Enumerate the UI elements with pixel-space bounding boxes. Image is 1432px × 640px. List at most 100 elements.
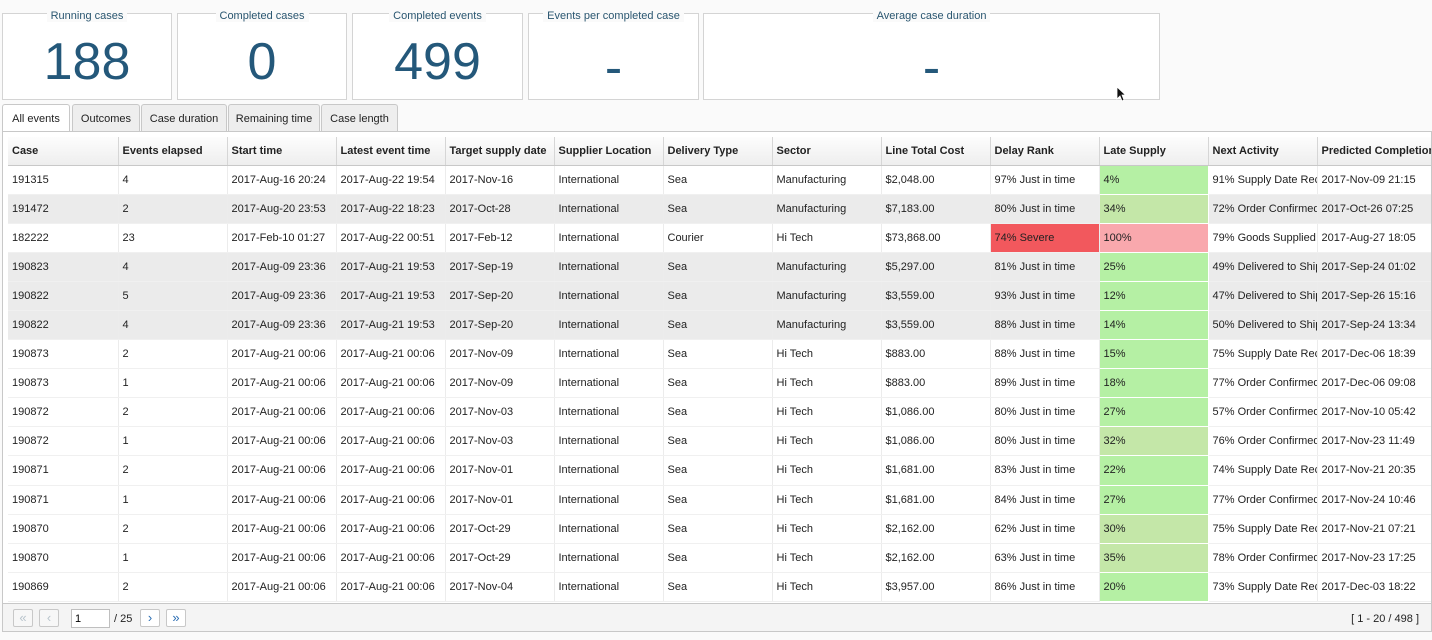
table-cell: 5 xyxy=(118,281,228,311)
table-cell: 77% Order Confirmed xyxy=(1208,368,1318,399)
table-cell: 2017-Aug-21 00:06 xyxy=(336,339,446,370)
tab-case-length[interactable]: Case length xyxy=(321,104,398,132)
next-page-icon[interactable]: › xyxy=(140,609,160,627)
table-cell: 75% Supply Date Rec xyxy=(1208,514,1318,544)
column-header[interactable]: Start time xyxy=(227,137,337,166)
table-row[interactable]: 190870 1 2017-Aug-21 00:06 2017-Aug-21 00:0… xyxy=(8,543,1431,573)
table-cell: 88% Just in time xyxy=(990,339,1100,370)
table-cell: 191315 xyxy=(8,165,119,195)
table-row[interactable]: 190871 1 2017-Aug-21 00:06 2017-Aug-21 00:0… xyxy=(8,485,1431,515)
table-cell: $3,559.00 xyxy=(881,310,991,341)
table-row[interactable]: 191315 4 2017-Aug-16 20:24 2017-Aug-22 19:5… xyxy=(8,165,1431,195)
table-cell: 4 xyxy=(118,252,228,282)
table-cell: International xyxy=(554,543,664,573)
table-cell: 32% xyxy=(1099,426,1209,457)
table-cell: Hi Tech xyxy=(772,223,882,253)
table-cell: 2017-Dec-03 18:22 xyxy=(1317,572,1431,602)
kpi-value: 0 xyxy=(247,33,277,91)
table-cell: 2017-Nov-01 xyxy=(445,455,555,486)
table-cell: 72% Order Confirmed xyxy=(1208,194,1318,224)
table-cell: $3,957.00 xyxy=(881,572,991,602)
first-page-icon[interactable]: « xyxy=(13,609,33,627)
column-header[interactable]: Delivery Type xyxy=(663,137,773,166)
table-row[interactable]: 190873 1 2017-Aug-21 00:06 2017-Aug-21 00:0… xyxy=(8,368,1431,399)
table-cell: $1,681.00 xyxy=(881,455,991,486)
column-header[interactable]: Sector xyxy=(772,137,882,166)
table-row[interactable]: 190822 4 2017-Aug-09 23:36 2017-Aug-21 19:5… xyxy=(8,310,1431,341)
table-cell: 73% Supply Date Rec xyxy=(1208,572,1318,602)
kpi-events-per-case: Events per completed case - xyxy=(528,10,699,100)
table-cell: 2017-Nov-04 xyxy=(445,572,555,602)
table-cell: 2017-Aug-09 23:36 xyxy=(227,252,337,282)
table-cell: 2017-Aug-20 23:53 xyxy=(227,194,337,224)
table-cell: 2017-Nov-09 21:15 xyxy=(1317,165,1431,195)
table-cell: Sea xyxy=(663,485,773,515)
kpi-value: 188 xyxy=(43,33,131,91)
table-cell: 190869 xyxy=(8,572,119,602)
table-cell: 2017-Sep-26 15:16 xyxy=(1317,281,1431,311)
page-number-input[interactable] xyxy=(71,609,110,628)
column-header[interactable]: Predicted Completion xyxy=(1317,137,1431,166)
table-cell: Manufacturing xyxy=(772,281,882,311)
table-row[interactable]: 190822 5 2017-Aug-09 23:36 2017-Aug-21 19:5… xyxy=(8,281,1431,311)
tab-case-duration[interactable]: Case duration xyxy=(141,104,227,132)
table-row[interactable]: 182222 23 2017-Feb-10 01:27 2017-Aug-22 00:… xyxy=(8,223,1431,253)
kpi-title: Completed cases xyxy=(215,10,309,22)
tab-all-events[interactable]: All events xyxy=(2,104,70,132)
table-row[interactable]: 191472 2 2017-Aug-20 23:53 2017-Aug-22 18:2… xyxy=(8,194,1431,224)
table-cell: 2017-Sep-20 xyxy=(445,310,555,341)
table-cell: $3,559.00 xyxy=(881,281,991,311)
table-row[interactable]: 190872 1 2017-Aug-21 00:06 2017-Aug-21 00:0… xyxy=(8,426,1431,457)
table-cell: International xyxy=(554,397,664,428)
table-cell: International xyxy=(554,339,664,370)
table-cell: 12% xyxy=(1099,281,1209,311)
column-header[interactable]: Supplier Location xyxy=(554,137,664,166)
column-header[interactable]: Next Activity xyxy=(1208,137,1318,166)
table-cell: Hi Tech xyxy=(772,455,882,486)
table-row[interactable]: 190870 2 2017-Aug-21 00:06 2017-Aug-21 00:0… xyxy=(8,514,1431,544)
kpi-value: - xyxy=(922,39,941,97)
column-header[interactable]: Case xyxy=(8,137,119,166)
events-grid: Case Events elapsed Start time Latest event… xyxy=(2,131,1432,632)
table-cell: 27% xyxy=(1099,397,1209,428)
column-header[interactable]: Events elapsed xyxy=(118,137,228,166)
table-cell: 2 xyxy=(118,339,228,370)
tab-outcomes[interactable]: Outcomes xyxy=(72,104,140,132)
prev-page-icon[interactable]: ‹ xyxy=(39,609,59,627)
tab-remaining-time[interactable]: Remaining time xyxy=(228,104,320,132)
table-cell: Manufacturing xyxy=(772,165,882,195)
column-header[interactable]: Latest event time xyxy=(336,137,446,166)
column-header[interactable]: Line Total Cost xyxy=(881,137,991,166)
table-cell: 4 xyxy=(118,165,228,195)
table-cell: 2017-Aug-21 00:06 xyxy=(336,572,446,602)
page-total: / 25 xyxy=(114,613,133,625)
table-cell: 2017-Aug-21 19:53 xyxy=(336,252,446,282)
table-cell: 2017-Aug-09 23:36 xyxy=(227,310,337,341)
table-row[interactable]: 190823 4 2017-Aug-09 23:36 2017-Aug-21 19:5… xyxy=(8,252,1431,282)
kpi-value: - xyxy=(604,39,623,97)
last-page-icon[interactable]: » xyxy=(166,609,186,627)
table-row[interactable]: 190871 2 2017-Aug-21 00:06 2017-Aug-21 00:0… xyxy=(8,455,1431,486)
table-cell: Hi Tech xyxy=(772,543,882,573)
table-cell: Sea xyxy=(663,455,773,486)
table-cell: 2017-Oct-29 xyxy=(445,543,555,573)
table-cell: International xyxy=(554,455,664,486)
column-header[interactable]: Target supply date xyxy=(445,137,555,166)
table-cell: 2017-Nov-16 xyxy=(445,165,555,195)
table-cell: Manufacturing xyxy=(772,194,882,224)
table-cell: 14% xyxy=(1099,310,1209,341)
table-row[interactable]: 190872 2 2017-Aug-21 00:06 2017-Aug-21 00:0… xyxy=(8,397,1431,428)
table-cell: 1 xyxy=(118,543,228,573)
table-cell: 2017-Aug-22 18:23 xyxy=(336,194,446,224)
table-row[interactable]: 190869 2 2017-Aug-21 00:06 2017-Aug-21 00:0… xyxy=(8,572,1431,602)
table-row[interactable]: 190873 2 2017-Aug-21 00:06 2017-Aug-21 00:0… xyxy=(8,339,1431,370)
table-cell: 190873 xyxy=(8,368,119,399)
column-header[interactable]: Delay Rank xyxy=(990,137,1100,166)
table-cell: 74% Severe xyxy=(990,223,1100,253)
table-cell: Sea xyxy=(663,397,773,428)
table-cell: 1 xyxy=(118,368,228,399)
column-header[interactable]: Late Supply xyxy=(1099,137,1209,166)
table-cell: 2017-Aug-21 00:06 xyxy=(336,368,446,399)
table-cell: 91% Supply Date Rec xyxy=(1208,165,1318,195)
table-cell: International xyxy=(554,514,664,544)
